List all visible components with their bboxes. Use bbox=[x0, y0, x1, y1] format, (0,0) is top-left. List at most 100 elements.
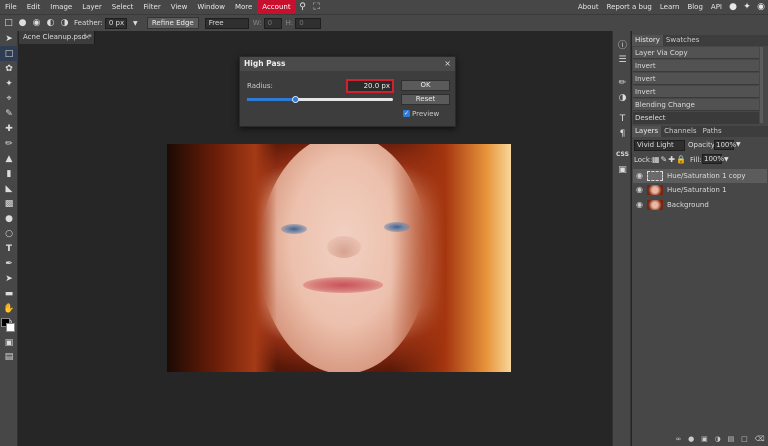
move-tool-icon[interactable]: ➤ bbox=[0, 31, 18, 46]
fill-input[interactable]: 100% bbox=[702, 154, 724, 164]
menu-filter[interactable]: Filter bbox=[138, 0, 165, 14]
menu-api[interactable]: API bbox=[707, 0, 726, 14]
menu-select[interactable]: Select bbox=[107, 0, 139, 14]
pen-tool-icon[interactable]: ✒ bbox=[0, 256, 18, 271]
text-tool-icon[interactable]: T bbox=[0, 241, 18, 256]
fullscreen-icon[interactable]: ⛶ bbox=[310, 0, 324, 14]
screen-mode-icon[interactable]: ▤ bbox=[0, 349, 18, 364]
feather-dropdown-icon[interactable]: ▼ bbox=[130, 18, 141, 29]
delete-layer-icon[interactable]: ⌫ bbox=[755, 435, 765, 446]
tab-channels[interactable]: Channels bbox=[661, 126, 699, 137]
close-icon[interactable]: × bbox=[84, 31, 90, 44]
add-selection-icon[interactable]: ◉ bbox=[31, 18, 42, 29]
radius-input[interactable]: 20.0 px bbox=[346, 79, 394, 93]
menu-about[interactable]: About bbox=[574, 0, 603, 14]
visibility-eye-icon[interactable]: ◉ bbox=[636, 183, 643, 197]
style-select[interactable]: Free bbox=[204, 17, 249, 29]
hand-tool-icon[interactable]: ✋ bbox=[0, 301, 18, 316]
menu-view[interactable]: View bbox=[166, 0, 193, 14]
eraser-tool-icon[interactable]: ▮ bbox=[0, 166, 18, 181]
radius-slider[interactable] bbox=[247, 96, 393, 103]
feather-input[interactable]: 0 px bbox=[104, 17, 127, 29]
dialog-close-icon[interactable]: × bbox=[444, 57, 451, 71]
history-item[interactable]: Invert bbox=[633, 86, 759, 98]
css-panel-label[interactable]: CSS bbox=[613, 147, 632, 162]
opacity-dropdown-icon[interactable]: ▼ bbox=[736, 141, 741, 148]
shape-tool-icon[interactable]: ▬ bbox=[0, 286, 18, 301]
lock-icons[interactable]: ▦✎✚🔒 bbox=[652, 155, 687, 164]
history-item[interactable]: Invert bbox=[633, 60, 759, 72]
menu-more[interactable]: More bbox=[230, 0, 257, 14]
menu-layer[interactable]: Layer bbox=[77, 0, 107, 14]
h-input[interactable]: 0 bbox=[295, 17, 322, 29]
healing-brush-icon[interactable]: ✚ bbox=[0, 121, 18, 136]
new-group-icon[interactable]: ▤ bbox=[728, 435, 735, 446]
refine-edge-button[interactable]: Refine Edge bbox=[146, 17, 199, 29]
gradient-tool-icon[interactable]: ▩ bbox=[0, 196, 18, 211]
marquee-tool-icon[interactable]: □ bbox=[0, 46, 18, 61]
history-item[interactable]: Invert bbox=[633, 73, 759, 85]
fill-dropdown-icon[interactable]: ▼ bbox=[724, 156, 729, 163]
subtract-selection-icon[interactable]: ◐ bbox=[45, 18, 56, 29]
layer-effects-icon[interactable]: ● bbox=[688, 435, 694, 446]
menu-image[interactable]: Image bbox=[45, 0, 77, 14]
visibility-eye-icon[interactable]: ◉ bbox=[636, 169, 643, 183]
reset-button[interactable]: Reset bbox=[401, 94, 450, 105]
new-layer-icon[interactable]: □ bbox=[741, 435, 748, 446]
tab-paths[interactable]: Paths bbox=[700, 126, 725, 137]
blur-tool-icon[interactable]: ● bbox=[0, 211, 18, 226]
layer-row[interactable]: ◉ Background bbox=[633, 198, 767, 212]
history-item[interactable]: Deselect bbox=[633, 112, 759, 124]
adjustments-icon[interactable]: ◑ bbox=[613, 90, 632, 105]
marquee-tool-icon[interactable]: □ bbox=[3, 18, 14, 29]
history-scrollbar[interactable] bbox=[760, 47, 763, 123]
properties-icon[interactable]: ☰ bbox=[613, 52, 632, 67]
visibility-eye-icon[interactable]: ◉ bbox=[636, 198, 643, 212]
paint-bucket-icon[interactable]: ◣ bbox=[0, 181, 18, 196]
blend-mode-select[interactable]: Vivid Light bbox=[634, 140, 685, 151]
paragraph-icon[interactable]: ¶ bbox=[613, 126, 632, 141]
facebook-icon[interactable]: ◉ bbox=[754, 0, 768, 14]
reddit-icon[interactable]: ● bbox=[726, 0, 740, 14]
intersect-selection-icon[interactable]: ◑ bbox=[59, 18, 70, 29]
twitter-icon[interactable]: ✦ bbox=[740, 0, 754, 14]
menu-account[interactable]: Account bbox=[257, 0, 296, 14]
brush-panel-icon[interactable]: ✏ bbox=[613, 75, 632, 90]
search-icon[interactable]: ⚲ bbox=[296, 0, 310, 14]
radius-slider-thumb[interactable] bbox=[292, 96, 300, 103]
document-tab[interactable]: Acne Cleanup.psd * × bbox=[19, 31, 95, 44]
magic-wand-icon[interactable]: ✦ bbox=[0, 76, 18, 91]
menu-learn[interactable]: Learn bbox=[656, 0, 684, 14]
history-item[interactable]: Layer Via Copy bbox=[633, 47, 759, 59]
eyedropper-icon[interactable]: ✎ bbox=[0, 106, 18, 121]
preview-checkbox[interactable]: ✓ bbox=[403, 110, 410, 117]
ok-button[interactable]: OK bbox=[401, 80, 450, 91]
history-item[interactable]: Blending Change bbox=[633, 99, 759, 111]
menu-report-bug[interactable]: Report a bug bbox=[603, 0, 656, 14]
character-icon[interactable]: T bbox=[613, 111, 632, 126]
tab-history[interactable]: History bbox=[632, 35, 663, 46]
canvas-image[interactable] bbox=[167, 144, 511, 372]
adjustment-layer-icon[interactable]: ◑ bbox=[715, 435, 721, 446]
w-input[interactable]: 0 bbox=[263, 17, 282, 29]
menu-blog[interactable]: Blog bbox=[683, 0, 706, 14]
clone-stamp-icon[interactable]: ▲ bbox=[0, 151, 18, 166]
background-color-swatch[interactable] bbox=[6, 323, 15, 332]
menu-edit[interactable]: Edit bbox=[22, 0, 46, 14]
opacity-input[interactable]: 100% bbox=[714, 140, 736, 150]
lasso-tool-icon[interactable]: ✿ bbox=[0, 61, 18, 76]
layer-row[interactable]: ◉ Hue/Saturation 1 bbox=[633, 183, 767, 197]
tab-layers[interactable]: Layers bbox=[632, 126, 662, 137]
quick-mask-icon[interactable]: ▣ bbox=[0, 335, 18, 350]
dodge-tool-icon[interactable]: ○ bbox=[0, 226, 18, 241]
crop-tool-icon[interactable]: ⌖ bbox=[0, 91, 18, 106]
layer-row[interactable]: ◉ Hue/Saturation 1 copy bbox=[633, 169, 767, 183]
tab-swatches[interactable]: Swatches bbox=[663, 35, 702, 46]
menu-file[interactable]: File bbox=[0, 0, 22, 14]
link-layers-icon[interactable]: ∞ bbox=[675, 435, 681, 446]
layer-mask-icon[interactable]: ▣ bbox=[701, 435, 708, 446]
brush-tool-icon[interactable]: ✏ bbox=[0, 136, 18, 151]
new-selection-icon[interactable]: ● bbox=[17, 18, 28, 29]
menu-window[interactable]: Window bbox=[192, 0, 230, 14]
info-icon[interactable]: ⓘ bbox=[613, 37, 632, 52]
